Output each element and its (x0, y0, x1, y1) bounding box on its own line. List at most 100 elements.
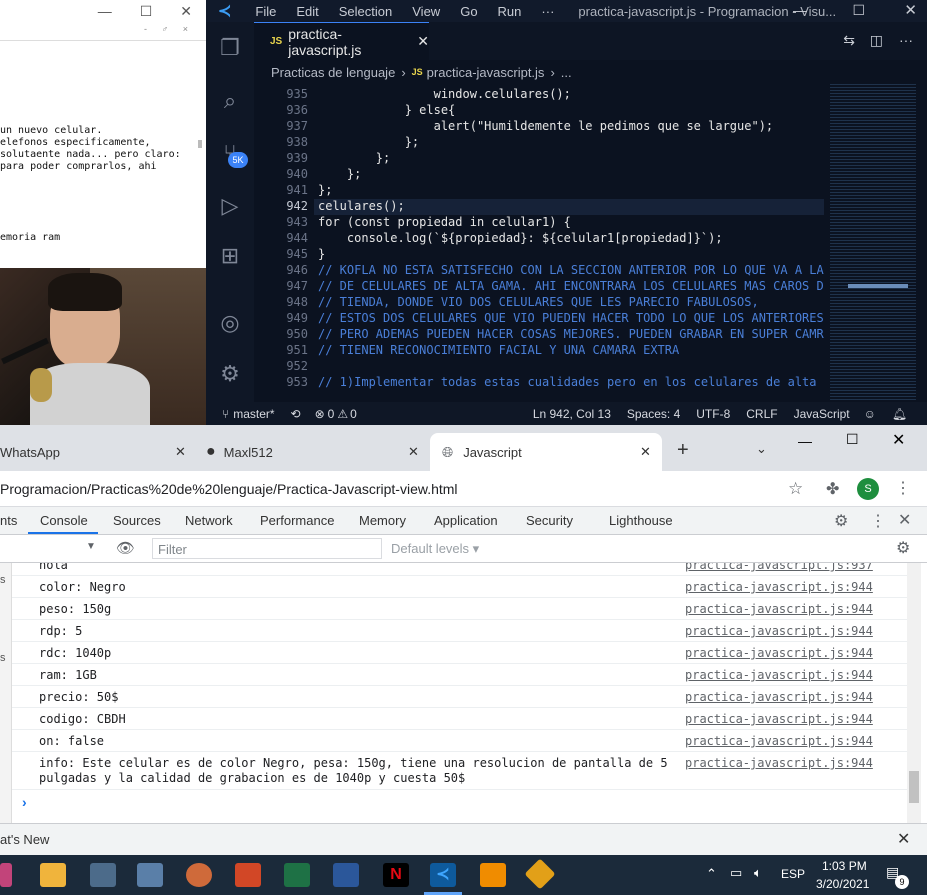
excel-icon[interactable] (284, 863, 310, 887)
extensions-icon[interactable]: ⊞ (216, 242, 244, 270)
language-mode[interactable]: JavaScript (794, 407, 850, 421)
tab-sources[interactable]: Sources (113, 513, 161, 528)
tab-search-icon[interactable]: ⌄ (756, 441, 767, 457)
live-expression-eye-icon[interactable]: 👁︎ (116, 539, 135, 557)
chrome-menu-icon[interactable]: ⋮ (895, 478, 911, 498)
tab-practica-javascript[interactable]: JS practica-javascript.js ✕ (254, 22, 429, 60)
netflix-icon[interactable]: N (383, 863, 409, 887)
clock-time[interactable]: 1:03 PM (822, 859, 867, 873)
scrollbar[interactable] (198, 140, 202, 148)
maximize-button[interactable]: ☐ (846, 431, 859, 448)
tab-performance[interactable]: Performance (260, 513, 334, 528)
warning-count[interactable]: 0 (350, 407, 357, 421)
maximize-button[interactable]: ☐ (852, 2, 865, 19)
tab-maxl512[interactable]: ● Maxl512 ✕ (198, 437, 428, 467)
more-actions-icon[interactable]: ··· (899, 32, 913, 48)
app-icon[interactable] (137, 863, 163, 887)
scrollbar-thumb[interactable] (909, 771, 919, 803)
tab-network[interactable]: Network (185, 513, 233, 528)
media-player-icon[interactable] (480, 863, 506, 887)
indentation[interactable]: Spaces: 4 (627, 407, 680, 421)
console-source-link[interactable]: practica-javascript.js:937 (685, 563, 873, 572)
log-levels-dropdown[interactable]: Default levels ▾ (391, 541, 479, 557)
minimap[interactable] (828, 84, 918, 402)
code-editor[interactable]: 935 window.celulares(); 936 } else{937 al… (254, 84, 824, 402)
breadcrumb-file[interactable]: practica-javascript.js (427, 65, 545, 80)
tab-close-icon[interactable]: ✕ (175, 444, 186, 460)
tab-memory[interactable]: Memory (359, 513, 406, 528)
filter-input[interactable]: Filter (152, 538, 382, 559)
vscode-taskbar-icon[interactable]: ≺ (430, 863, 456, 887)
tab-close-icon[interactable]: ✕ (408, 444, 419, 460)
tab-lighthouse[interactable]: Lighthouse (609, 513, 673, 528)
volume-icon[interactable]: 🔈︎ (754, 865, 762, 881)
new-tab-button[interactable]: + (677, 439, 689, 462)
menu-go[interactable]: Go (450, 4, 487, 19)
bookmark-star-icon[interactable]: ☆ (788, 479, 803, 499)
console-source-link[interactable]: practica-javascript.js:944 (685, 756, 873, 770)
console-scrollbar[interactable] (907, 563, 921, 823)
sync-icon[interactable]: ⟲ (291, 407, 301, 421)
console-source-link[interactable]: practica-javascript.js:944 (685, 712, 873, 726)
console-source-link[interactable]: practica-javascript.js:944 (685, 624, 873, 638)
close-drawer-icon[interactable]: ✕ (897, 829, 910, 849)
console-prompt[interactable]: › (22, 794, 27, 810)
explorer-icon[interactable]: ❐ (216, 34, 244, 62)
paint-icon[interactable] (186, 863, 212, 887)
notifications-bell-icon[interactable]: 🔔︎ (892, 407, 907, 421)
menu-file[interactable]: File (245, 4, 286, 19)
minimize-button[interactable]: — (98, 3, 112, 19)
encoding[interactable]: UTF-8 (696, 407, 730, 421)
menu-edit[interactable]: Edit (286, 4, 328, 19)
url-text[interactable]: Programacion/Practicas%20de%20lenguaje/P… (0, 481, 458, 497)
extensions-puzzle-icon[interactable]: ✤ (826, 479, 839, 499)
split-editor-icon[interactable]: ◫ (870, 32, 883, 49)
console-source-link[interactable]: practica-javascript.js:944 (685, 734, 873, 748)
minimize-button[interactable]: — (798, 433, 812, 449)
menu-view[interactable]: View (402, 4, 450, 19)
search-icon[interactable]: ⌕ (216, 87, 244, 115)
console-source-link[interactable]: practica-javascript.js:944 (685, 646, 873, 660)
tab-console[interactable]: Console (40, 513, 88, 528)
tab-whatsapp[interactable]: WhatsApp ✕ (0, 437, 196, 467)
console-source-link[interactable]: practica-javascript.js:944 (685, 690, 873, 704)
console-source-link[interactable]: practica-javascript.js:944 (685, 580, 873, 594)
minimize-button[interactable]: — (793, 2, 807, 18)
account-icon[interactable]: ◎ (216, 309, 244, 337)
settings-gear-icon[interactable]: ⚙ (834, 511, 848, 531)
tab-application[interactable]: Application (434, 513, 498, 528)
maximize-button[interactable]: ☐ (140, 3, 153, 20)
address-bar[interactable]: Programacion/Practicas%20de%20lenguaje/P… (0, 471, 927, 507)
branch-name[interactable]: master* (233, 407, 274, 421)
console-source-link[interactable]: practica-javascript.js:944 (685, 602, 873, 616)
error-count[interactable]: 0 (328, 407, 335, 421)
calculator-icon[interactable] (90, 863, 116, 887)
close-button[interactable]: ✕ (180, 3, 192, 20)
eol[interactable]: CRLF (746, 407, 777, 421)
open-changes-icon[interactable]: ⇆ (843, 32, 855, 49)
run-debug-icon[interactable]: ▷ (216, 192, 244, 220)
file-explorer-icon[interactable] (40, 863, 66, 887)
console-source-link[interactable]: practica-javascript.js:944 (685, 668, 873, 682)
menu-selection[interactable]: Selection (329, 4, 402, 19)
close-button[interactable]: ✕ (904, 1, 917, 19)
drawer-tab-whats-new[interactable]: at's New (0, 832, 49, 847)
context-dropdown-icon[interactable]: ▼ (86, 541, 96, 552)
menu-more[interactable]: ··· (531, 4, 564, 19)
app-icon[interactable] (0, 863, 12, 887)
language-indicator[interactable]: ESP (781, 867, 805, 881)
tab-close-icon[interactable]: ✕ (640, 444, 651, 460)
tab-close-icon[interactable]: ✕ (417, 33, 429, 50)
devtools-menu-icon[interactable]: ⋮ (870, 511, 886, 531)
menu-run[interactable]: Run (488, 4, 532, 19)
network-icon[interactable]: ▭ (730, 865, 742, 881)
profile-avatar[interactable]: S (857, 478, 879, 500)
console-settings-gear-icon[interactable]: ⚙ (896, 538, 910, 558)
tab-elements[interactable]: nts (0, 513, 17, 528)
settings-gear-icon[interactable]: ⚙ (216, 360, 244, 388)
cursor-position[interactable]: Ln 942, Col 13 (533, 407, 611, 421)
breadcrumb-folder[interactable]: Practicas de lenguaje (271, 65, 395, 80)
close-button[interactable]: ✕ (892, 430, 905, 450)
breadcrumb-more[interactable]: ... (561, 65, 572, 80)
office-icon[interactable] (235, 863, 261, 887)
